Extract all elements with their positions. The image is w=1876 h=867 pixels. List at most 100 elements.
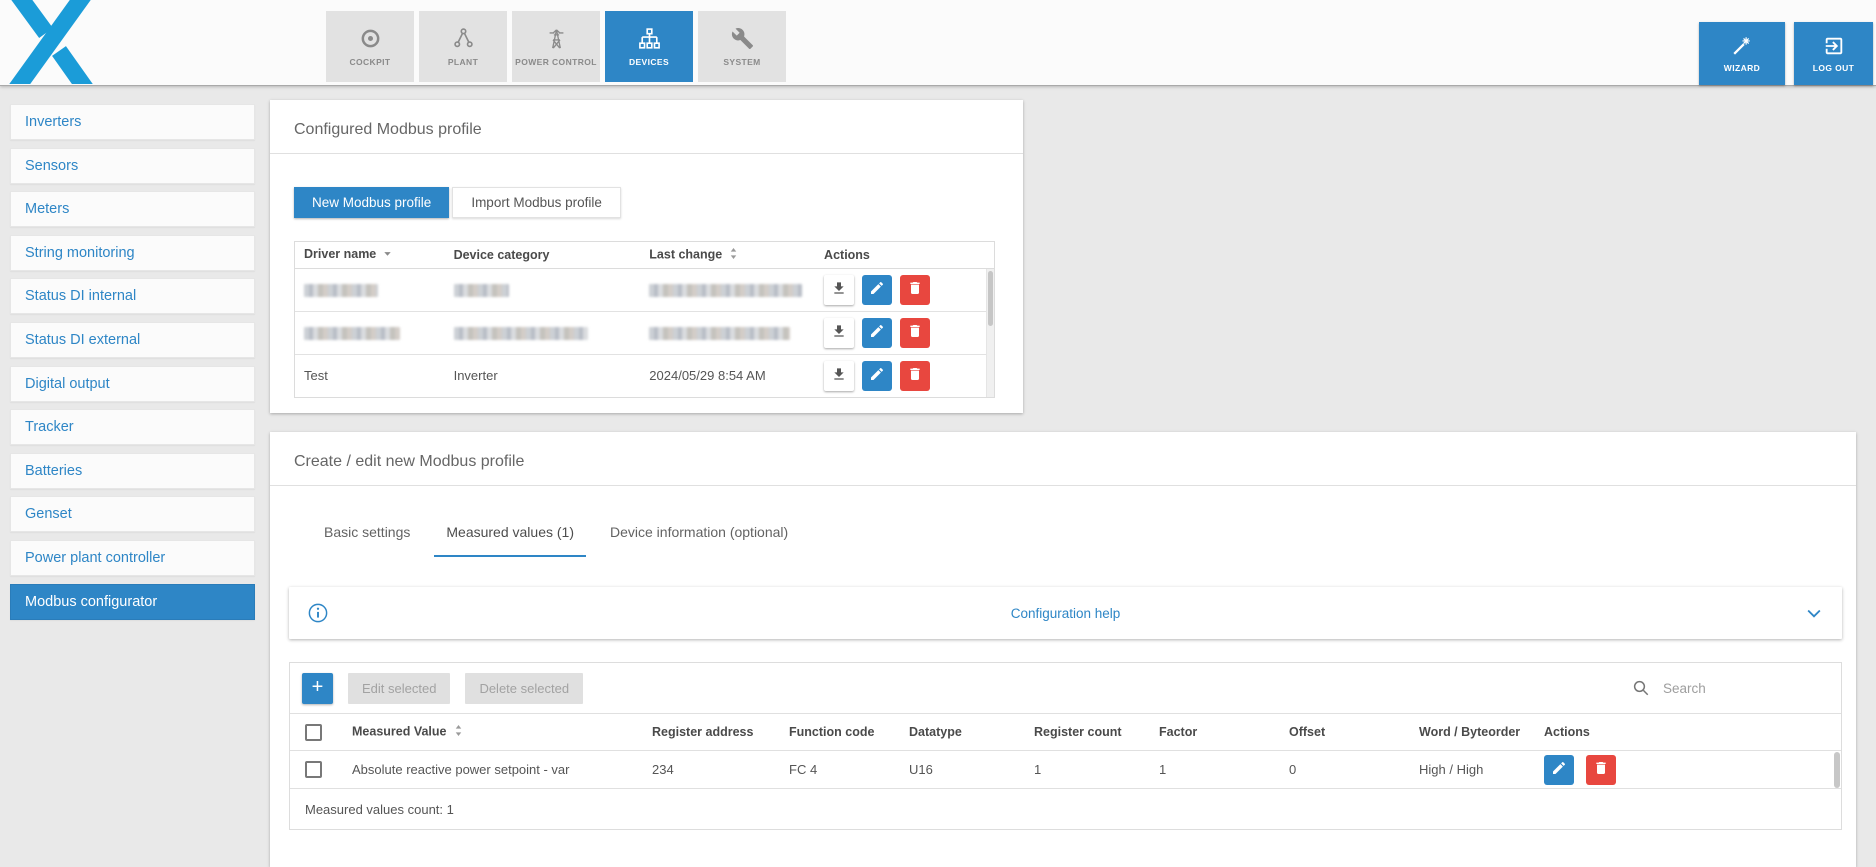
edit-profile-button[interactable] bbox=[862, 318, 892, 348]
tab-label: COCKPIT bbox=[349, 57, 390, 67]
select-all-checkbox[interactable] bbox=[305, 724, 322, 741]
measured-values-toolbar: + Edit selected Delete selected bbox=[290, 663, 1841, 713]
tab-label: DEVICES bbox=[629, 57, 669, 67]
trash-icon bbox=[907, 280, 923, 299]
cell-register-count: 1 bbox=[1024, 751, 1149, 789]
sidebar-item-string-monitoring[interactable]: String monitoring bbox=[10, 235, 255, 271]
add-measured-value-button[interactable]: + bbox=[302, 673, 333, 704]
sidebar-item-power-plant-controller[interactable]: Power plant controller bbox=[10, 540, 255, 576]
pencil-icon bbox=[869, 323, 885, 342]
new-modbus-profile-button[interactable]: New Modbus profile bbox=[294, 187, 449, 218]
tab-plant[interactable]: PLANT bbox=[419, 11, 507, 82]
cell-function-code: FC 4 bbox=[779, 751, 899, 789]
redacted-text bbox=[649, 284, 802, 297]
measured-value-row: Absolute reactive power setpoint - var 2… bbox=[290, 751, 1841, 789]
tab-power-control[interactable]: POWER CONTROL bbox=[512, 11, 600, 82]
download-profile-button[interactable] bbox=[824, 318, 854, 348]
header-actions: WIZARD LOG OUT bbox=[1699, 22, 1873, 85]
table-header-row: Driver name Device category Last change … bbox=[295, 242, 994, 268]
divider bbox=[270, 485, 1856, 486]
tab-system[interactable]: SYSTEM bbox=[698, 11, 786, 82]
sidebar-item-sensors[interactable]: Sensors bbox=[10, 148, 255, 184]
profile-row bbox=[295, 268, 994, 311]
table-scrollbar-thumb[interactable] bbox=[1834, 752, 1840, 788]
import-modbus-profile-button[interactable]: Import Modbus profile bbox=[452, 187, 621, 218]
download-profile-button[interactable] bbox=[824, 275, 854, 305]
column-device-category[interactable]: Device category bbox=[445, 242, 641, 268]
tab-cockpit[interactable]: COCKPIT bbox=[326, 11, 414, 82]
delete-profile-button[interactable] bbox=[900, 275, 930, 305]
delete-row-button[interactable] bbox=[1586, 755, 1616, 785]
edit-profile-button[interactable] bbox=[862, 361, 892, 391]
sidebar-item-digital-output[interactable]: Digital output bbox=[10, 366, 255, 402]
tab-label: PLANT bbox=[448, 57, 478, 67]
download-profile-button[interactable] bbox=[824, 361, 854, 391]
logout-button[interactable]: LOG OUT bbox=[1794, 22, 1873, 85]
delete-selected-button[interactable]: Delete selected bbox=[465, 673, 583, 704]
sidebar-item-meters[interactable]: Meters bbox=[10, 191, 255, 227]
column-last-change[interactable]: Last change bbox=[640, 242, 815, 268]
hierarchy-icon bbox=[638, 27, 661, 50]
redacted-text bbox=[304, 327, 400, 340]
divider bbox=[270, 153, 1023, 154]
create-modbus-panel: Create / edit new Modbus profile Basic s… bbox=[270, 432, 1856, 867]
cell-measured-value: Absolute reactive power setpoint - var bbox=[342, 751, 642, 789]
sidebar-item-tracker[interactable]: Tracker bbox=[10, 409, 255, 445]
row-checkbox[interactable] bbox=[305, 761, 322, 778]
column-datatype: Datatype bbox=[899, 714, 1024, 751]
download-icon bbox=[831, 323, 847, 342]
edit-profile-button[interactable] bbox=[862, 275, 892, 305]
table-scrollbar[interactable] bbox=[986, 269, 994, 397]
redacted-text bbox=[454, 327, 588, 340]
column-factor: Factor bbox=[1149, 714, 1279, 751]
delete-profile-button[interactable] bbox=[900, 361, 930, 391]
cell-register-address: 234 bbox=[642, 751, 779, 789]
tab-devices[interactable]: DEVICES bbox=[605, 11, 693, 82]
panel-title: Configured Modbus profile bbox=[270, 100, 1023, 153]
redacted-text bbox=[304, 284, 378, 297]
column-driver-name[interactable]: Driver name bbox=[295, 242, 445, 268]
tab-device-information-optional[interactable]: Device information (optional) bbox=[598, 512, 800, 557]
magic-wand-icon bbox=[1731, 35, 1753, 57]
button-label: LOG OUT bbox=[1813, 63, 1855, 73]
pencil-icon bbox=[869, 280, 885, 299]
search-icon bbox=[1632, 679, 1650, 697]
edit-selected-button[interactable]: Edit selected bbox=[348, 673, 450, 704]
table-header-row: Measured Value Register address Function… bbox=[290, 714, 1841, 751]
redacted-text bbox=[454, 284, 509, 297]
profile-row: TestInverter2024/05/29 8:54 AM bbox=[295, 354, 994, 397]
tab-measured-values-1[interactable]: Measured values (1) bbox=[434, 512, 586, 557]
configuration-help-link[interactable]: Configuration help bbox=[289, 606, 1842, 621]
sidebar-item-status-di-external[interactable]: Status DI external bbox=[10, 322, 255, 358]
sidebar-item-batteries[interactable]: Batteries bbox=[10, 453, 255, 489]
edit-row-button[interactable] bbox=[1544, 755, 1574, 785]
sidebar: Inverters Sensors Meters String monitoring S… bbox=[10, 104, 255, 627]
redacted-text bbox=[649, 327, 790, 340]
column-actions: Actions bbox=[1534, 714, 1841, 751]
tab-label: POWER CONTROL bbox=[515, 57, 597, 67]
wrench-icon bbox=[731, 27, 754, 50]
search-input[interactable] bbox=[1661, 680, 1801, 697]
cell-device-category: Inverter bbox=[445, 354, 641, 397]
sidebar-item-modbus-configurator[interactable]: Modbus configurator bbox=[10, 584, 255, 620]
delete-profile-button[interactable] bbox=[900, 318, 930, 348]
sidebar-item-status-di-internal[interactable]: Status DI internal bbox=[10, 278, 255, 314]
tab-basic-settings[interactable]: Basic settings bbox=[312, 512, 422, 557]
measured-values-count: Measured values count: 1 bbox=[290, 789, 1841, 829]
profile-row bbox=[295, 311, 994, 354]
column-offset: Offset bbox=[1279, 714, 1409, 751]
pencil-icon bbox=[869, 366, 885, 385]
trash-icon bbox=[907, 366, 923, 385]
sidebar-item-genset[interactable]: Genset bbox=[10, 496, 255, 532]
sidebar-item-inverters[interactable]: Inverters bbox=[10, 104, 255, 140]
download-icon bbox=[831, 280, 847, 299]
column-actions: Actions bbox=[815, 242, 994, 268]
profiles-table: Driver name Device category Last change … bbox=[294, 241, 995, 398]
wizard-button[interactable]: WIZARD bbox=[1699, 22, 1785, 85]
nodes-icon bbox=[452, 27, 475, 50]
scrollbar-thumb[interactable] bbox=[988, 271, 993, 326]
sort-both-icon bbox=[728, 247, 739, 263]
top-bar: COCKPIT PLANT POWER CONTROL DEVICES SYSTEM W… bbox=[0, 0, 1876, 86]
column-measured-value[interactable]: Measured Value bbox=[342, 714, 642, 751]
target-icon bbox=[359, 27, 382, 50]
